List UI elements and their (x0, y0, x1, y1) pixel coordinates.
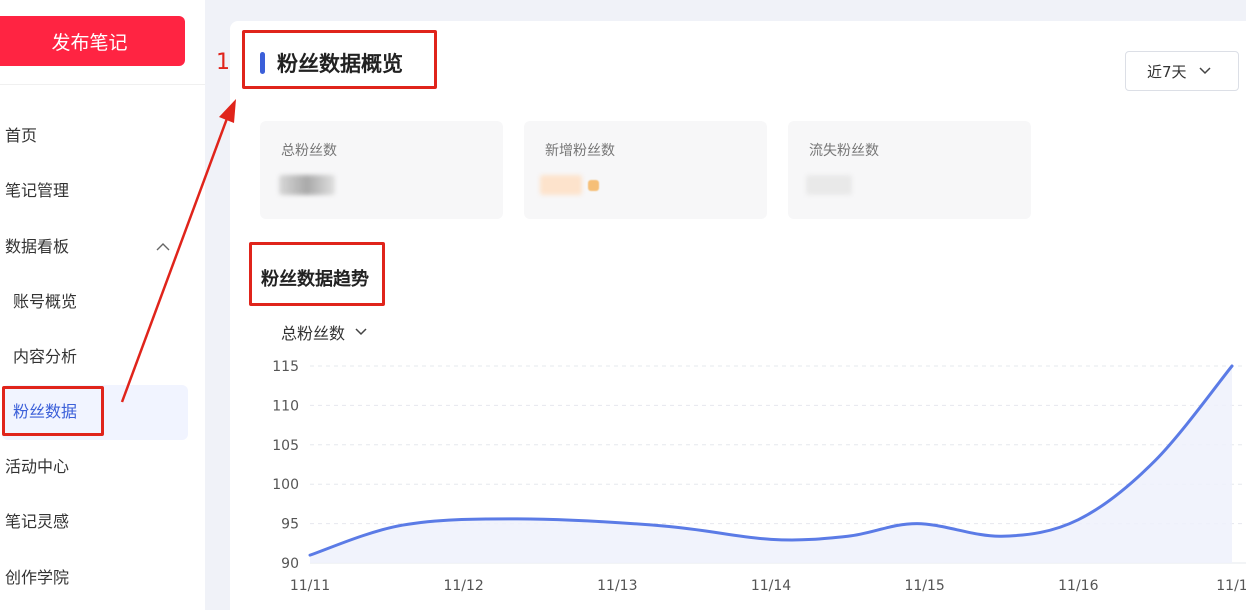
annotation-arrow (120, 99, 236, 403)
